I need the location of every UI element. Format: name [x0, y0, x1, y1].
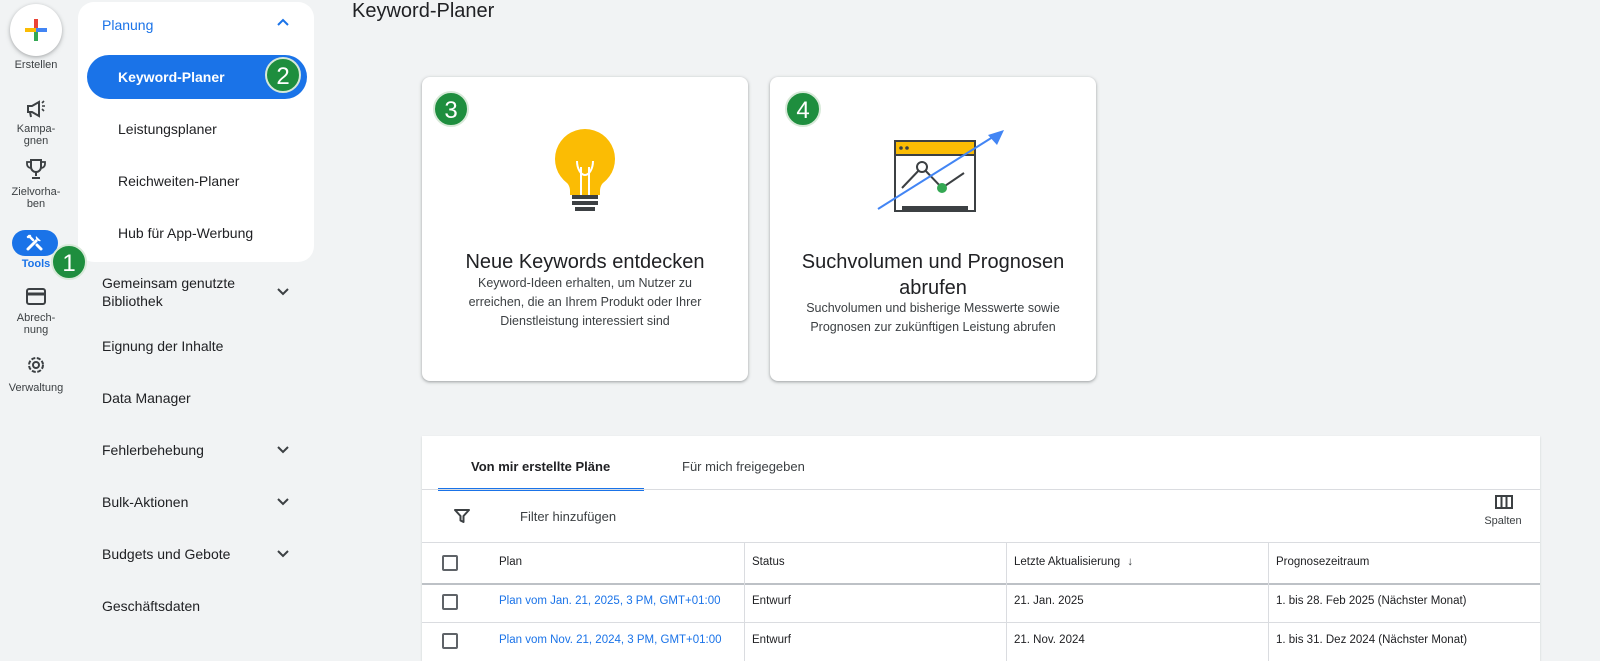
column-header-plan[interactable]: Plan [499, 556, 522, 568]
nav-item-budgets-bids[interactable]: Budgets und Gebote [102, 545, 230, 563]
rail-item-billing[interactable]: Abrech- nung [0, 286, 72, 342]
step-badge: 3 [433, 91, 469, 127]
tools-icon [26, 234, 43, 251]
tab-shared-with-me[interactable]: Für mich freigegeben [682, 459, 805, 474]
plan-status: Entwurf [752, 634, 791, 646]
discover-keywords-card[interactable]: Neue Keywords entdecken Keyword-Ideen er… [422, 77, 748, 381]
arrow-down-icon: ↓ [1127, 556, 1134, 568]
nav-item-data-manager[interactable]: Data Manager [102, 389, 191, 407]
step-badge: 1 [51, 244, 87, 280]
columns-icon [1495, 495, 1513, 509]
credit-card-icon [26, 288, 46, 305]
step-badge: 2 [265, 57, 301, 93]
column-header-status[interactable]: Status [752, 556, 785, 568]
filter-icon[interactable] [454, 508, 470, 524]
menu-item-performance-planner[interactable]: Leistungsplaner [118, 121, 217, 137]
create-label: Erstellen [14, 59, 58, 71]
megaphone-icon [27, 100, 45, 118]
menu-section-title[interactable]: Planung [102, 17, 153, 33]
menu-item-app-ads-hub[interactable]: Hub für App-Werbung [118, 225, 253, 241]
plan-updated: 21. Nov. 2024 [1014, 634, 1085, 646]
rail-item-admin[interactable]: Verwaltung [0, 354, 72, 398]
nav-item-shared-library[interactable]: Gemeinsam genutzte Bibliothek [102, 274, 235, 310]
menu-item-keyword-planner-label: Keyword-Planer [118, 69, 225, 85]
chevron-down-icon[interactable] [276, 547, 290, 561]
page-title: Keyword-Planer [352, 0, 495, 22]
nav-item-content-suitability[interactable]: Eignung der Inhalte [102, 337, 223, 355]
plan-link[interactable]: Plan vom Jan. 21, 2025, 3 PM, GMT+01:00 [499, 595, 721, 607]
create-button[interactable] [10, 4, 62, 56]
step-badge: 4 [785, 91, 821, 127]
forecast-chart-icon [877, 130, 1004, 212]
chevron-up-icon[interactable] [276, 15, 290, 29]
lightbulb-icon [555, 129, 615, 211]
chevron-down-icon[interactable] [276, 495, 290, 509]
card-description: Suchvolumen und bisherige Messwerte sowi… [806, 301, 1060, 334]
column-header-forecast-period[interactable]: Prognosezeitraum [1276, 556, 1369, 568]
card-title: Neue Keywords entdecken [465, 251, 705, 273]
columns-button[interactable]: Spalten [1478, 491, 1528, 531]
left-rail: Erstellen Kampa- gnen Zielvorha- ben Too… [0, 0, 72, 661]
chevron-down-icon[interactable] [276, 443, 290, 457]
select-all-checkbox[interactable] [442, 555, 458, 571]
nav-item-bulk-actions[interactable]: Bulk-Aktionen [102, 493, 188, 511]
column-header-last-updated[interactable]: Letzte Aktualisierung ↓ [1014, 556, 1133, 568]
card-title: Suchvolumen und Prognosen abrufen [801, 251, 1065, 299]
search-volume-forecast-card[interactable]: Suchvolumen und Prognosen abrufen Suchvo… [770, 77, 1096, 381]
trophy-icon [26, 159, 46, 179]
plan-status: Entwurf [752, 595, 791, 607]
plus-icon [25, 19, 47, 41]
plans-panel: Von mir erstellte Pläne Für mich freigeg… [422, 436, 1540, 661]
menu-item-reach-planner[interactable]: Reichweiten-Planer [118, 173, 239, 189]
rail-item-goals[interactable]: Zielvorha- ben [0, 158, 72, 214]
rail-item-campaigns[interactable]: Kampa- gnen [0, 96, 72, 152]
nav-item-troubleshooting[interactable]: Fehlerbehebung [102, 441, 204, 459]
plan-period: 1. bis 28. Feb 2025 (Nächster Monat) [1276, 595, 1467, 607]
plan-period: 1. bis 31. Dez 2024 (Nächster Monat) [1276, 634, 1468, 646]
row-checkbox[interactable] [442, 633, 458, 649]
plan-link[interactable]: Plan vom Nov. 21, 2024, 3 PM, GMT+01:00 [499, 634, 722, 646]
chevron-down-icon[interactable] [276, 285, 290, 299]
nav-item-business-data[interactable]: Geschäftsdaten [102, 597, 200, 615]
gear-icon [28, 357, 44, 373]
plan-updated: 21. Jan. 2025 [1014, 595, 1084, 607]
add-filter-input[interactable]: Filter hinzufügen [520, 509, 616, 524]
row-checkbox[interactable] [442, 594, 458, 610]
card-description: Keyword-Ideen erhalten, um Nutzer zu err… [468, 276, 702, 328]
tab-my-plans[interactable]: Von mir erstellte Pläne [471, 459, 610, 474]
